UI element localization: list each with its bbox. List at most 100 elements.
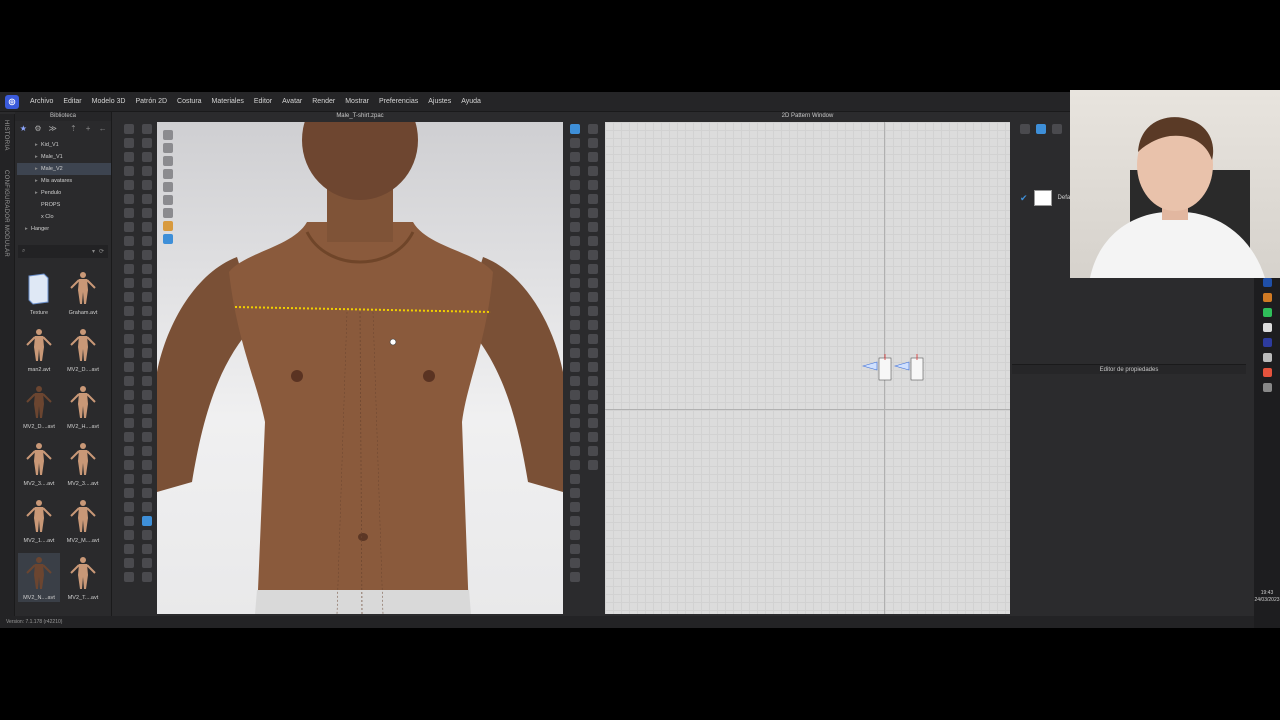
pattern-tool-icon[interactable] bbox=[570, 124, 580, 134]
pattern-tool-icon[interactable] bbox=[570, 320, 580, 330]
library-item[interactable]: MV2_3....avt bbox=[62, 439, 104, 488]
pattern-tool-icon[interactable] bbox=[570, 432, 580, 442]
pattern-tool-icon[interactable] bbox=[588, 166, 598, 176]
simulation-tool-icon[interactable] bbox=[124, 460, 134, 470]
simulation-tool-icon[interactable] bbox=[142, 488, 152, 498]
pattern-tool-icon[interactable] bbox=[588, 292, 598, 302]
simulation-tool-icon[interactable] bbox=[124, 250, 134, 260]
menu-item[interactable]: Ayuda bbox=[456, 98, 486, 105]
library-item[interactable]: MV2_D....avt bbox=[18, 382, 60, 431]
simulation-tool-icon[interactable] bbox=[124, 418, 134, 428]
library-tree-item[interactable]: ▸ Pendulo bbox=[17, 187, 111, 199]
pattern-tool-icon[interactable] bbox=[588, 180, 598, 190]
pattern-tool-icon[interactable] bbox=[570, 348, 580, 358]
pattern-tool-icon[interactable] bbox=[570, 236, 580, 246]
pattern-tool-icon[interactable] bbox=[570, 502, 580, 512]
library-item[interactable]: Graham.avt bbox=[62, 268, 104, 317]
simulation-tool-icon[interactable] bbox=[142, 250, 152, 260]
simulation-tool-icon[interactable] bbox=[142, 502, 152, 512]
collapse-icon[interactable]: ≫ bbox=[48, 124, 57, 133]
app-icon[interactable] bbox=[1262, 293, 1272, 302]
simulation-tool-icon[interactable] bbox=[142, 194, 152, 204]
simulation-tool-icon[interactable] bbox=[124, 180, 134, 190]
pattern-icon[interactable] bbox=[1052, 124, 1062, 134]
library-search[interactable]: ⌕ ▾ ⟳ bbox=[18, 245, 108, 258]
menu-item[interactable]: Patrón 2D bbox=[131, 98, 173, 105]
list-icon[interactable] bbox=[1020, 124, 1030, 134]
app-icon-6[interactable] bbox=[1262, 383, 1272, 392]
simulation-tool-icon[interactable] bbox=[124, 194, 134, 204]
pattern-tool-icon[interactable] bbox=[588, 320, 598, 330]
library-item[interactable]: MV2_M....avt bbox=[62, 496, 104, 545]
simulation-tool-icon[interactable] bbox=[142, 124, 152, 134]
pattern-tool-icon[interactable] bbox=[588, 404, 598, 414]
simulation-tool-icon[interactable] bbox=[142, 544, 152, 554]
menu-item[interactable]: Ajustes bbox=[423, 98, 456, 105]
simulation-tool-icon[interactable] bbox=[124, 348, 134, 358]
library-item[interactable]: MV2_H....avt bbox=[62, 382, 104, 431]
pattern-tool-icon[interactable] bbox=[588, 138, 598, 148]
library-item[interactable]: man2.avt bbox=[18, 325, 60, 374]
pattern-tool-icon[interactable] bbox=[570, 362, 580, 372]
app-icon-4[interactable] bbox=[1262, 353, 1272, 362]
pattern-tool-icon[interactable] bbox=[570, 278, 580, 288]
view-tool-7[interactable] bbox=[163, 208, 173, 218]
library-tree-item[interactable]: ▸ Kid_V1 bbox=[17, 139, 111, 151]
favorite-icon[interactable]: ★ bbox=[19, 124, 28, 133]
add-icon[interactable]: + bbox=[84, 124, 93, 133]
simulation-tool-icon[interactable] bbox=[142, 208, 152, 218]
simulation-tool-icon[interactable] bbox=[142, 320, 152, 330]
pattern-tool-icon[interactable] bbox=[570, 460, 580, 470]
simulation-tool-icon[interactable] bbox=[124, 362, 134, 372]
upload-icon[interactable]: ⇡ bbox=[69, 124, 78, 133]
simulation-tool-icon[interactable] bbox=[124, 124, 134, 134]
simulation-tool-icon[interactable] bbox=[142, 404, 152, 414]
simulation-tool-icon[interactable] bbox=[124, 292, 134, 302]
simulation-tool-icon[interactable] bbox=[124, 166, 134, 176]
tab-history[interactable]: HISTORIA bbox=[3, 120, 9, 151]
pattern-tool-icon[interactable] bbox=[588, 362, 598, 372]
library-item[interactable]: MV2_N....avt bbox=[18, 553, 60, 602]
simulation-tool-icon[interactable] bbox=[124, 152, 134, 162]
simulation-tool-icon[interactable] bbox=[142, 390, 152, 400]
simulation-tool-icon[interactable] bbox=[142, 460, 152, 470]
tab-modular-configurator[interactable]: CONFIGURADOR MODULAR bbox=[3, 170, 9, 257]
simulation-tool-icon[interactable] bbox=[142, 264, 152, 274]
pattern-tool-icon[interactable] bbox=[570, 558, 580, 568]
pattern-tool-icon[interactable] bbox=[570, 390, 580, 400]
view-tool-4[interactable] bbox=[163, 169, 173, 179]
simulation-tool-icon[interactable] bbox=[124, 236, 134, 246]
fabric-list-item[interactable]: ✔ Defa bbox=[1020, 190, 1070, 206]
pattern-tool-icon[interactable] bbox=[570, 222, 580, 232]
simulation-tool-icon[interactable] bbox=[142, 236, 152, 246]
simulation-tool-icon[interactable] bbox=[124, 558, 134, 568]
simulation-tool-icon[interactable] bbox=[142, 292, 152, 302]
simulation-tool-icon[interactable] bbox=[142, 362, 152, 372]
app-icon-3[interactable] bbox=[1262, 338, 1272, 347]
pattern-tool-icon[interactable] bbox=[588, 334, 598, 344]
app-icon-5[interactable] bbox=[1262, 368, 1272, 377]
simulation-tool-icon[interactable] bbox=[124, 404, 134, 414]
pattern-tool-icon[interactable] bbox=[588, 390, 598, 400]
simulation-tool-icon[interactable] bbox=[124, 264, 134, 274]
pattern-tool-icon[interactable] bbox=[570, 474, 580, 484]
pattern-tool-icon[interactable] bbox=[570, 334, 580, 344]
library-item[interactable]: MV2_D....avt bbox=[62, 325, 104, 374]
library-tree-item[interactable]: ▸ Male_V1 bbox=[17, 151, 111, 163]
menu-item[interactable]: Editor bbox=[249, 98, 277, 105]
simulation-tool-icon[interactable] bbox=[142, 558, 152, 568]
simulation-tool-icon[interactable] bbox=[142, 334, 152, 344]
simulation-tool-icon[interactable] bbox=[142, 474, 152, 484]
pattern-tool-icon[interactable] bbox=[570, 544, 580, 554]
simulation-tool-icon[interactable] bbox=[142, 278, 152, 288]
pattern-tool-icon[interactable] bbox=[570, 488, 580, 498]
pattern-tool-icon[interactable] bbox=[588, 376, 598, 386]
whatsapp-icon[interactable] bbox=[1262, 308, 1272, 317]
menu-item[interactable]: Modelo 3D bbox=[87, 98, 131, 105]
simulation-tool-icon[interactable] bbox=[124, 278, 134, 288]
simulation-tool-icon[interactable] bbox=[124, 488, 134, 498]
simulation-tool-icon[interactable] bbox=[124, 376, 134, 386]
menu-item[interactable]: Materiales bbox=[207, 98, 249, 105]
simulation-tool-icon[interactable] bbox=[124, 446, 134, 456]
simulation-tool-icon[interactable] bbox=[124, 432, 134, 442]
